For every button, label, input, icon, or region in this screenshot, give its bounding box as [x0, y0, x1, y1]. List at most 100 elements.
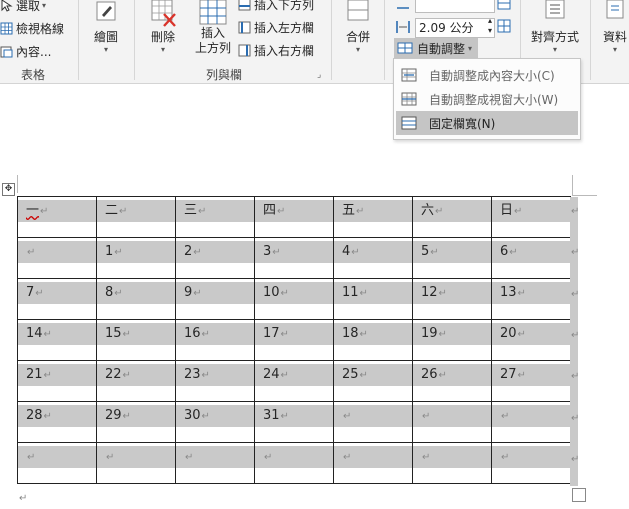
table-cell[interactable]: 4↵ — [333, 237, 413, 279]
table-cell[interactable]: 24↵ — [254, 360, 334, 402]
grid-icon — [0, 22, 13, 35]
group-separator — [134, 0, 135, 80]
table-cell[interactable]: 21↵ — [17, 360, 97, 402]
menu-item-autofit-contents[interactable]: 自動調整成內容大小(C) — [396, 63, 578, 87]
spinner-icon[interactable]: ▴ ▾ — [488, 16, 492, 36]
paragraph-mark: ↵ — [264, 452, 273, 463]
paragraph-mark: ↵ — [122, 370, 131, 381]
table-cell[interactable]: 9↵ — [175, 278, 255, 320]
column-width-field[interactable]: 2.09 公分 ▴ ▾ — [415, 16, 495, 38]
table-cell[interactable]: 25↵ — [333, 360, 413, 402]
table-cell[interactable]: ↵ — [491, 401, 571, 443]
autofit-contents-icon — [401, 68, 417, 82]
table-cell[interactable]: 一↵ — [17, 196, 97, 238]
dialog-launcher-icon[interactable]: ⌟ — [317, 70, 321, 80]
menu-item-fixed-column-width[interactable]: 固定欄寬(N) — [396, 111, 578, 135]
table-cell[interactable]: 3↵ — [254, 237, 334, 279]
table-cell[interactable]: ↵ — [333, 401, 413, 443]
table-cell[interactable]: 27↵ — [491, 360, 571, 402]
table-cell[interactable]: 6↵ — [491, 237, 571, 279]
table-cell[interactable]: 30↵ — [175, 401, 255, 443]
draw-label: 繪圖 — [93, 30, 118, 44]
alignment-button[interactable]: 對齊方式 ▾ — [528, 0, 582, 54]
distribute-columns-icon[interactable] — [497, 19, 511, 36]
cell-text: 23 — [184, 367, 201, 382]
draw-button[interactable]: 繪圖 ▾ — [88, 0, 124, 54]
cell-text: 21 — [26, 367, 43, 382]
table-row: 14↵ 15↵ 16↵ 17↵ 18↵ 19↵ 20↵ — [17, 319, 571, 361]
merge-label: 合併 — [345, 30, 370, 44]
paragraph-mark: ↵ — [343, 411, 352, 422]
table-cell[interactable]: ↵ — [333, 442, 413, 484]
insert-below-label: 插入下方列 — [254, 0, 315, 12]
table-cell[interactable]: 日↵ — [491, 196, 571, 238]
table-move-handle-icon[interactable]: ✥ — [2, 183, 15, 196]
table-cell[interactable]: 11↵ — [333, 278, 413, 320]
data-button[interactable]: 資料 ▾ — [598, 0, 629, 54]
autofit-button[interactable]: 自動調整 ▾ — [394, 38, 478, 58]
cell-text: 四 — [263, 203, 277, 218]
paragraph-mark: ↵ — [193, 288, 202, 299]
merge-button[interactable]: 合併 ▾ — [341, 0, 375, 54]
table-cell[interactable]: ↵ — [96, 442, 176, 484]
cell-text: 7 — [26, 285, 35, 300]
table-cell[interactable]: 12↵ — [412, 278, 492, 320]
table-cell[interactable]: ↵ — [17, 237, 97, 279]
table-cell[interactable]: 16↵ — [175, 319, 255, 361]
table-cell[interactable]: 29↵ — [96, 401, 176, 443]
table-cell[interactable]: 22↵ — [96, 360, 176, 402]
paragraph-mark: ↵ — [438, 329, 447, 340]
select-label: 選取 — [16, 0, 41, 13]
table-cell[interactable]: 13↵ — [491, 278, 571, 320]
table-cell[interactable]: ↵ — [175, 442, 255, 484]
page-corner-mark — [17, 175, 18, 193]
table-cell[interactable]: 五↵ — [333, 196, 413, 238]
paragraph-mark: ↵ — [438, 370, 447, 381]
table-cell[interactable]: 2↵ — [175, 237, 255, 279]
menu-item-autofit-window[interactable]: 自動調整成視窗大小(W) — [396, 87, 578, 111]
insert-below-button[interactable]: 插入下方列 — [238, 0, 314, 13]
table-cell[interactable]: ↵ — [412, 442, 492, 484]
table-cell[interactable]: 26↵ — [412, 360, 492, 402]
table-cell[interactable]: 8↵ — [96, 278, 176, 320]
cell-text: 31 — [263, 408, 280, 423]
insert-right-button[interactable]: 插入右方欄 — [238, 42, 314, 59]
insert-row-below-icon — [238, 0, 251, 11]
table-cell[interactable]: 三↵ — [175, 196, 255, 238]
table-cell[interactable]: 23↵ — [175, 360, 255, 402]
delete-button[interactable]: 刪除 ▾ — [145, 0, 181, 54]
paragraph-mark: ↵ — [517, 370, 526, 381]
table-cell[interactable]: 10↵ — [254, 278, 334, 320]
table-resize-handle[interactable] — [572, 488, 586, 502]
table-cell[interactable]: 四↵ — [254, 196, 334, 238]
table-cell[interactable]: 7↵ — [17, 278, 97, 320]
table-cell[interactable]: 六↵ — [412, 196, 492, 238]
insert-left-button[interactable]: 插入左方欄 — [238, 19, 314, 36]
cell-text: 六 — [421, 203, 435, 218]
insert-above-button[interactable]: 插入 上方列 — [193, 0, 233, 56]
end-of-row-mark: ↵ — [571, 206, 580, 217]
table-cell[interactable]: 19↵ — [412, 319, 492, 361]
paragraph-mark: ↵ — [272, 247, 281, 258]
distribute-rows-icon[interactable] — [497, 0, 511, 13]
table-cell[interactable]: 14↵ — [17, 319, 97, 361]
view-gridlines-button[interactable]: 檢視格線 — [0, 20, 64, 37]
table-cell[interactable]: 28↵ — [17, 401, 97, 443]
table-cell[interactable]: 17↵ — [254, 319, 334, 361]
table-cell[interactable]: 二↵ — [96, 196, 176, 238]
table-cell[interactable]: ↵ — [254, 442, 334, 484]
select-button[interactable]: 選取 ▾ — [0, 0, 46, 14]
table-cell[interactable]: 20↵ — [491, 319, 571, 361]
cell-text: 12 — [421, 285, 438, 300]
table-cell[interactable]: 1↵ — [96, 237, 176, 279]
table-cell[interactable]: ↵ — [412, 401, 492, 443]
table-cell[interactable]: 15↵ — [96, 319, 176, 361]
table-cell[interactable]: ↵ — [17, 442, 97, 484]
table-cell[interactable]: 5↵ — [412, 237, 492, 279]
row-height-field[interactable] — [415, 0, 495, 13]
table-cell[interactable]: 18↵ — [333, 319, 413, 361]
paragraph-mark: ↵ — [201, 411, 210, 422]
table-cell[interactable]: 31↵ — [254, 401, 334, 443]
properties-button[interactable]: 內容... — [0, 43, 51, 60]
table-cell[interactable]: ↵ — [491, 442, 571, 484]
